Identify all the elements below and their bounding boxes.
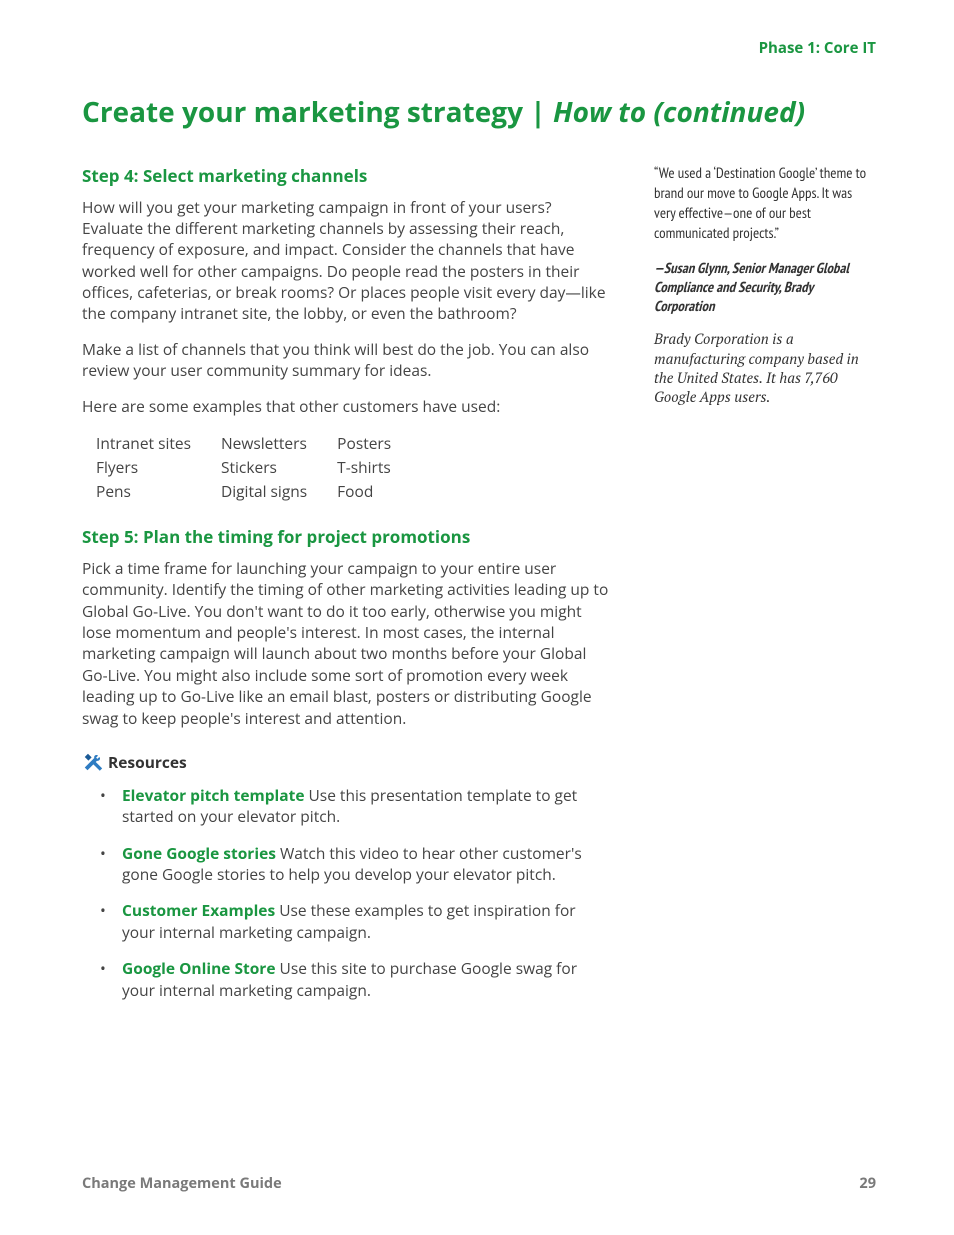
step4-p2: Make a list of channels that you think w…: [82, 339, 612, 382]
sidebar-attribution: —Susan Glynn, Senior Manager Global Comp…: [654, 259, 876, 316]
step4-heading: Step 4: Select marketing channels: [82, 164, 612, 187]
resource-link[interactable]: Gone Google stories: [122, 842, 276, 864]
table-cell: Posters: [337, 431, 421, 455]
title-main: Create your marketing strategy |: [82, 93, 553, 131]
table-row: Intranet sites Newsletters Posters: [96, 431, 421, 455]
resource-link[interactable]: Customer Examples: [122, 899, 275, 921]
step4-p3: Here are some examples that other custom…: [82, 396, 612, 417]
list-item: Google Online Store Use this site to pur…: [96, 958, 612, 1001]
resource-link[interactable]: Google Online Store: [122, 957, 276, 979]
table-cell: T-shirts: [337, 455, 421, 479]
title-sub: How to (continued): [553, 93, 805, 131]
list-item: Elevator pitch template Use this present…: [96, 785, 612, 828]
page-title: Create your marketing strategy | How to …: [82, 96, 876, 130]
list-item: Gone Google stories Watch this video to …: [96, 843, 612, 886]
table-cell: Pens: [96, 479, 221, 503]
tools-icon: [82, 751, 104, 773]
list-item: Customer Examples Use these examples to …: [96, 900, 612, 943]
table-cell: Newsletters: [221, 431, 337, 455]
table-cell: Flyers: [96, 455, 221, 479]
footer-page-number: 29: [859, 1174, 876, 1193]
table-cell: Intranet sites: [96, 431, 221, 455]
phase-header: Phase 1: Core IT: [82, 38, 876, 58]
table-row: Pens Digital signs Food: [96, 479, 421, 503]
resources-label: Resources: [108, 751, 187, 773]
step5-p1: Pick a time frame for launching your cam…: [82, 558, 612, 729]
channels-table: Intranet sites Newsletters Posters Flyer…: [96, 431, 421, 503]
resources-heading: Resources: [82, 751, 612, 773]
table-cell: Stickers: [221, 455, 337, 479]
footer-doc-title: Change Management Guide: [82, 1174, 282, 1193]
step5-heading: Step 5: Plan the timing for project prom…: [82, 525, 612, 548]
side-column: “We used a ‘Destination Google’ theme to…: [654, 164, 876, 1016]
main-column: Step 4: Select marketing channels How wi…: [82, 164, 612, 1016]
table-cell: Digital signs: [221, 479, 337, 503]
page-footer: Change Management Guide 29: [82, 1174, 876, 1193]
table-row: Flyers Stickers T-shirts: [96, 455, 421, 479]
resources-list: Elevator pitch template Use this present…: [82, 785, 612, 1001]
table-cell: Food: [337, 479, 421, 503]
sidebar-note: Brady Corporation is a manufacturing com…: [654, 330, 876, 407]
resource-link[interactable]: Elevator pitch template: [122, 784, 304, 806]
sidebar-quote: “We used a ‘Destination Google’ theme to…: [654, 164, 876, 245]
step4-p1: How will you get your marketing campaign…: [82, 197, 612, 325]
